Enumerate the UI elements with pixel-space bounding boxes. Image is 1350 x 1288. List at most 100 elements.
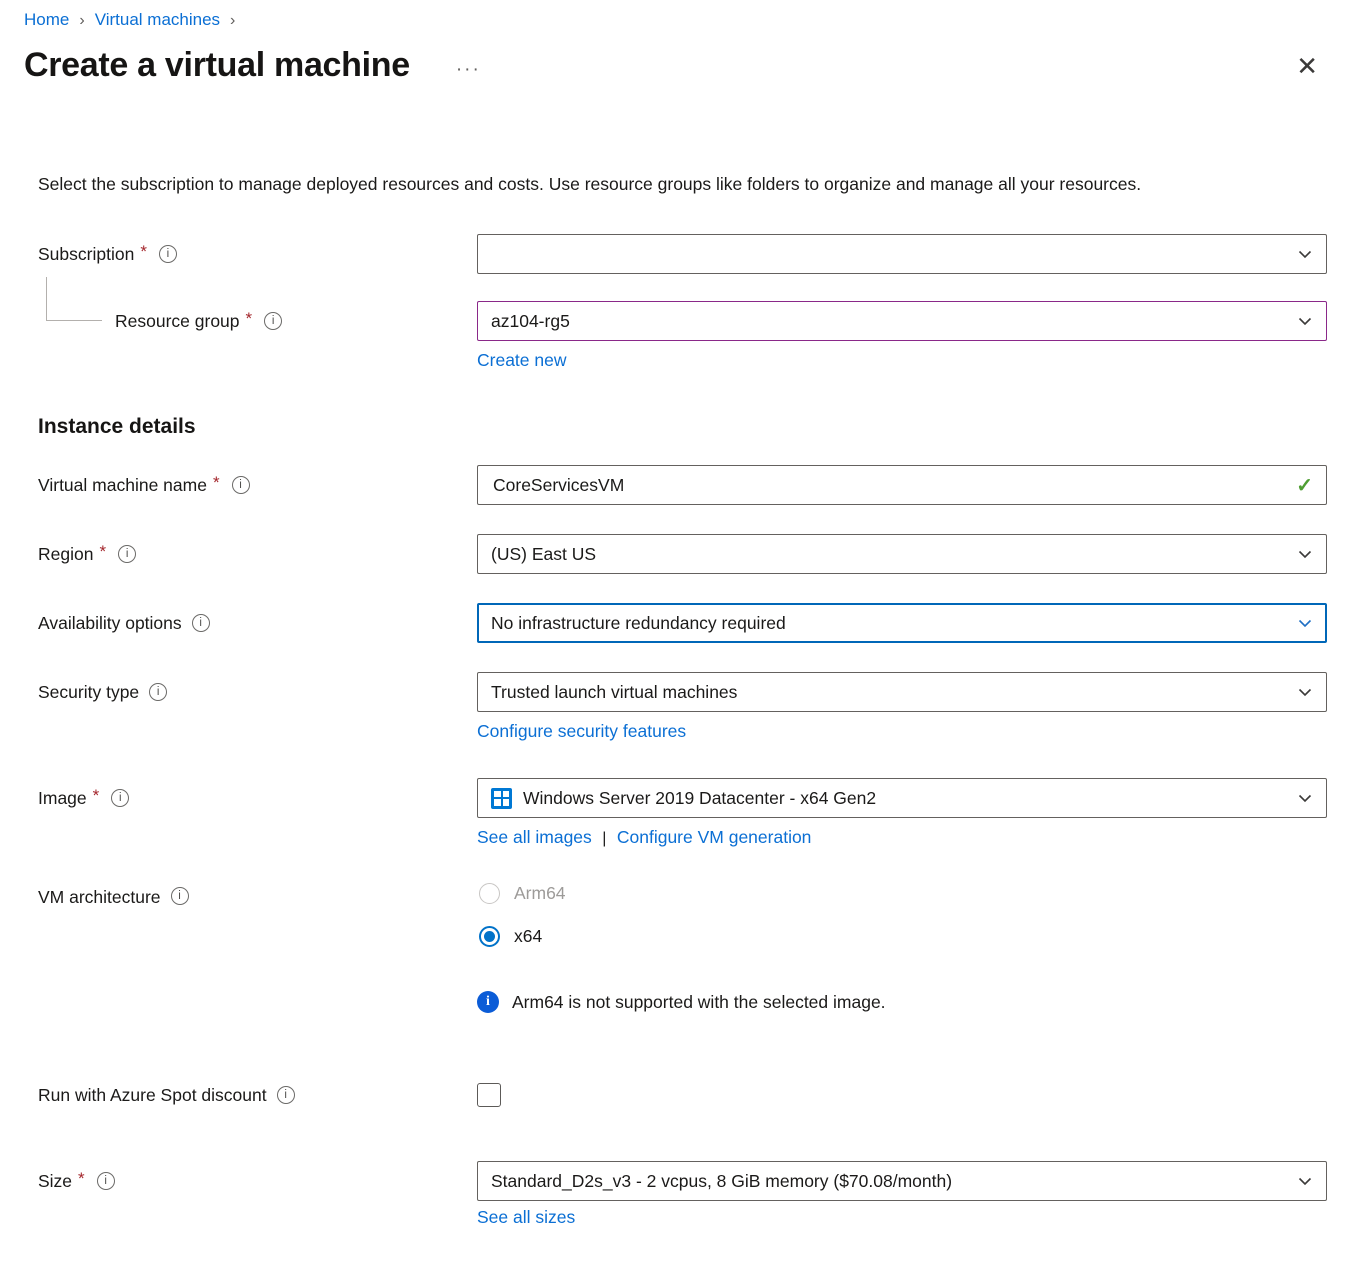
see-all-sizes-link[interactable]: See all sizes bbox=[477, 1207, 575, 1227]
required-asterisk: * bbox=[246, 309, 253, 329]
region-label: Region bbox=[38, 544, 93, 565]
region-label-cell: Region * i bbox=[38, 534, 477, 574]
valid-check-icon: ✓ bbox=[1296, 473, 1313, 498]
info-icon[interactable]: i bbox=[97, 1172, 115, 1190]
resource-group-control-cell: az104-rg5 Create new bbox=[477, 301, 1327, 371]
info-icon[interactable]: i bbox=[232, 476, 250, 494]
vm-architecture-control-cell: Arm64 x64 i Arm64 is not supported with … bbox=[477, 881, 1327, 1013]
subscription-control-cell bbox=[477, 234, 1327, 274]
security-type-dropdown[interactable]: Trusted launch virtual machines bbox=[477, 672, 1327, 712]
region-row: Region * i (US) East US bbox=[38, 534, 1326, 574]
resource-group-links: Create new bbox=[477, 350, 1327, 371]
chevron-down-icon bbox=[1297, 1173, 1313, 1189]
info-icon[interactable]: i bbox=[192, 614, 210, 632]
availability-options-control-cell: No infrastructure redundancy required bbox=[477, 603, 1327, 643]
more-menu-icon[interactable]: ··· bbox=[456, 59, 481, 81]
info-icon[interactable]: i bbox=[171, 887, 189, 905]
azure-spot-label-cell: Run with Azure Spot discount i bbox=[38, 1075, 477, 1115]
breadcrumb-home[interactable]: Home bbox=[24, 10, 69, 30]
close-icon[interactable]: ✕ bbox=[1296, 53, 1318, 79]
configure-vm-generation-link[interactable]: Configure VM generation bbox=[617, 827, 812, 847]
resource-group-row: Resource group * i az104-rg5 Create new bbox=[38, 301, 1326, 371]
configure-security-features-link[interactable]: Configure security features bbox=[477, 721, 686, 741]
radio-x64[interactable]: x64 bbox=[479, 924, 1327, 949]
vm-name-row: Virtual machine name * i ✓ bbox=[38, 465, 1326, 505]
see-all-images-link[interactable]: See all images bbox=[477, 827, 592, 847]
vm-name-label-cell: Virtual machine name * i bbox=[38, 465, 477, 505]
info-icon[interactable]: i bbox=[159, 245, 177, 263]
availability-options-value: No infrastructure redundancy required bbox=[491, 613, 786, 634]
subscription-label-cell: Subscription * i bbox=[38, 234, 477, 274]
required-asterisk: * bbox=[140, 242, 147, 262]
page-header: Create a virtual machine ··· ✕ bbox=[0, 30, 1350, 85]
info-icon[interactable]: i bbox=[118, 545, 136, 563]
image-control-cell: Windows Server 2019 Datacenter - x64 Gen… bbox=[477, 778, 1327, 848]
vm-name-input[interactable] bbox=[491, 474, 1296, 497]
availability-options-dropdown[interactable]: No infrastructure redundancy required bbox=[477, 603, 1327, 643]
arm64-info-text: Arm64 is not supported with the selected… bbox=[512, 992, 886, 1013]
subscription-dropdown[interactable] bbox=[477, 234, 1327, 274]
required-asterisk: * bbox=[78, 1169, 85, 1189]
security-type-value: Trusted launch virtual machines bbox=[491, 682, 737, 703]
chevron-down-icon bbox=[1297, 615, 1313, 631]
vm-name-control-cell: ✓ bbox=[477, 465, 1327, 505]
size-label-cell: Size * i bbox=[38, 1161, 477, 1201]
info-icon[interactable]: i bbox=[277, 1086, 295, 1104]
link-separator: | bbox=[602, 830, 606, 847]
size-label: Size bbox=[38, 1171, 72, 1192]
image-value: Windows Server 2019 Datacenter - x64 Gen… bbox=[523, 788, 876, 809]
image-row: Image * i Windows Server 2019 Datacenter… bbox=[38, 778, 1326, 848]
create-vm-form: Select the subscription to manage deploy… bbox=[0, 171, 1350, 1288]
breadcrumb-separator: › bbox=[230, 12, 235, 30]
info-icon[interactable]: i bbox=[264, 312, 282, 330]
required-asterisk: * bbox=[93, 786, 100, 806]
radio-arm64[interactable]: Arm64 bbox=[479, 881, 1327, 906]
windows-logo-icon bbox=[491, 788, 512, 809]
vm-name-label: Virtual machine name bbox=[38, 475, 207, 496]
required-asterisk: * bbox=[99, 542, 106, 562]
size-row: Size * i Standard_D2s_v3 - 2 vcpus, 8 Gi… bbox=[38, 1161, 1326, 1228]
azure-spot-checkbox[interactable] bbox=[477, 1083, 501, 1107]
resource-group-label-cell: Resource group * i bbox=[38, 301, 477, 341]
image-dropdown[interactable]: Windows Server 2019 Datacenter - x64 Gen… bbox=[477, 778, 1327, 818]
info-icon[interactable]: i bbox=[149, 683, 167, 701]
breadcrumb-separator: › bbox=[79, 12, 84, 30]
radio-x64-label: x64 bbox=[514, 926, 542, 947]
vm-name-textbox: ✓ bbox=[477, 465, 1327, 505]
create-new-link[interactable]: Create new bbox=[477, 350, 567, 370]
availability-options-row: Availability options i No infrastructure… bbox=[38, 603, 1326, 643]
breadcrumb-virtual-machines[interactable]: Virtual machines bbox=[95, 10, 220, 30]
info-icon[interactable]: i bbox=[111, 789, 129, 807]
image-label-cell: Image * i bbox=[38, 778, 477, 818]
security-type-row: Security type i Trusted launch virtual m… bbox=[38, 672, 1326, 742]
page-title: Create a virtual machine bbox=[24, 46, 410, 85]
subscription-row: Subscription * i bbox=[38, 234, 1326, 274]
vm-architecture-row: VM architecture i Arm64 x64 i Arm64 is n… bbox=[38, 881, 1326, 1013]
resource-group-dropdown[interactable]: az104-rg5 bbox=[477, 301, 1327, 341]
region-value: (US) East US bbox=[491, 544, 596, 565]
info-filled-icon: i bbox=[477, 991, 499, 1013]
size-dropdown[interactable]: Standard_D2s_v3 - 2 vcpus, 8 GiB memory … bbox=[477, 1161, 1327, 1201]
hierarchy-connector-line bbox=[46, 277, 102, 321]
image-value-group: Windows Server 2019 Datacenter - x64 Gen… bbox=[491, 788, 876, 809]
resource-group-value: az104-rg5 bbox=[491, 311, 570, 332]
chevron-down-icon bbox=[1297, 313, 1313, 329]
arm64-info-message: i Arm64 is not supported with the select… bbox=[477, 991, 1327, 1013]
azure-spot-label: Run with Azure Spot discount bbox=[38, 1085, 267, 1106]
azure-spot-row: Run with Azure Spot discount i bbox=[38, 1075, 1326, 1115]
radio-circle-icon bbox=[479, 883, 500, 904]
intro-text: Select the subscription to manage deploy… bbox=[38, 171, 1300, 198]
chevron-down-icon bbox=[1297, 546, 1313, 562]
resource-group-label: Resource group bbox=[115, 311, 240, 332]
region-control-cell: (US) East US bbox=[477, 534, 1327, 574]
availability-options-label-cell: Availability options i bbox=[38, 603, 477, 643]
radio-circle-checked-icon bbox=[479, 926, 500, 947]
size-control-cell: Standard_D2s_v3 - 2 vcpus, 8 GiB memory … bbox=[477, 1161, 1327, 1228]
security-type-control-cell: Trusted launch virtual machines Configur… bbox=[477, 672, 1327, 742]
radio-arm64-label: Arm64 bbox=[514, 883, 566, 904]
image-label: Image bbox=[38, 788, 87, 809]
breadcrumb: Home › Virtual machines › bbox=[0, 0, 1350, 30]
security-type-links: Configure security features bbox=[477, 721, 1327, 742]
subscription-label: Subscription bbox=[38, 244, 134, 265]
region-dropdown[interactable]: (US) East US bbox=[477, 534, 1327, 574]
